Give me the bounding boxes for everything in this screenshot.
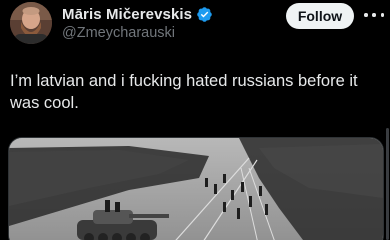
more-dot (364, 13, 368, 17)
more-options-icon[interactable] (364, 7, 384, 23)
crowd-with-tank-photo-icon (9, 138, 383, 240)
verified-badge-icon (197, 6, 212, 22)
tweet-card: Māris Mičerevskis @Zmeycharauski Follow … (0, 0, 390, 240)
author-info: Māris Mičerevskis @Zmeycharauski (62, 4, 213, 41)
tweet-text: I’m latvian and i fucking hated russians… (10, 72, 363, 112)
follow-button[interactable]: Follow (286, 3, 354, 29)
bearded-man-avatar-icon (10, 2, 52, 44)
author-avatar[interactable] (10, 2, 52, 44)
author-name-row: Māris Mičerevskis (62, 4, 213, 24)
more-dot (380, 13, 384, 17)
scrollbar[interactable] (386, 128, 389, 240)
tweet-media-photo[interactable] (8, 137, 384, 240)
author-handle[interactable]: @Zmeycharauski (62, 25, 213, 41)
author-display-name[interactable]: Māris Mičerevskis (62, 6, 192, 23)
more-dot (372, 13, 376, 17)
